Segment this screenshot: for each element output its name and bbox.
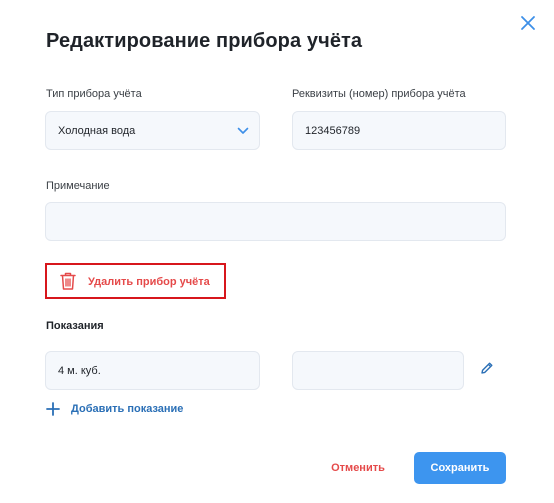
delete-meter-button[interactable]: Удалить прибор учёта <box>45 263 226 299</box>
meter-number-field[interactable]: 123456789 <box>292 111 506 150</box>
add-reading-label: Добавить показание <box>71 403 184 415</box>
note-field[interactable] <box>45 202 506 241</box>
meter-number-value: 123456789 <box>305 124 361 137</box>
delete-meter-label: Удалить прибор учёта <box>88 276 210 288</box>
cancel-button[interactable]: Отменить <box>318 453 398 483</box>
meter-type-value: Холодная вода <box>58 124 136 137</box>
edit-meter-dialog: Редактирование прибора учёта Тип прибора… <box>0 0 554 503</box>
close-button[interactable] <box>517 12 539 34</box>
close-icon <box>521 16 535 30</box>
pencil-icon <box>481 362 493 374</box>
meter-type-label: Тип прибора учёта <box>46 88 142 100</box>
edit-reading-button[interactable] <box>480 361 494 375</box>
reading-secondary-field[interactable] <box>292 351 464 390</box>
note-label: Примечание <box>46 180 110 192</box>
meter-type-select[interactable]: Холодная вода <box>45 111 260 150</box>
save-button[interactable]: Сохранить <box>414 452 506 484</box>
trash-icon <box>60 272 76 290</box>
add-reading-button[interactable]: Добавить показание <box>46 402 183 416</box>
plus-icon <box>46 402 60 416</box>
meter-number-label: Реквизиты (номер) прибора учёта <box>292 88 466 100</box>
reading-value: 4 м. куб. <box>58 364 101 377</box>
dialog-title: Редактирование прибора учёта <box>46 30 363 52</box>
chevron-down-icon <box>237 127 249 134</box>
readings-title: Показания <box>46 320 104 332</box>
reading-value-field[interactable]: 4 м. куб. <box>45 351 260 390</box>
